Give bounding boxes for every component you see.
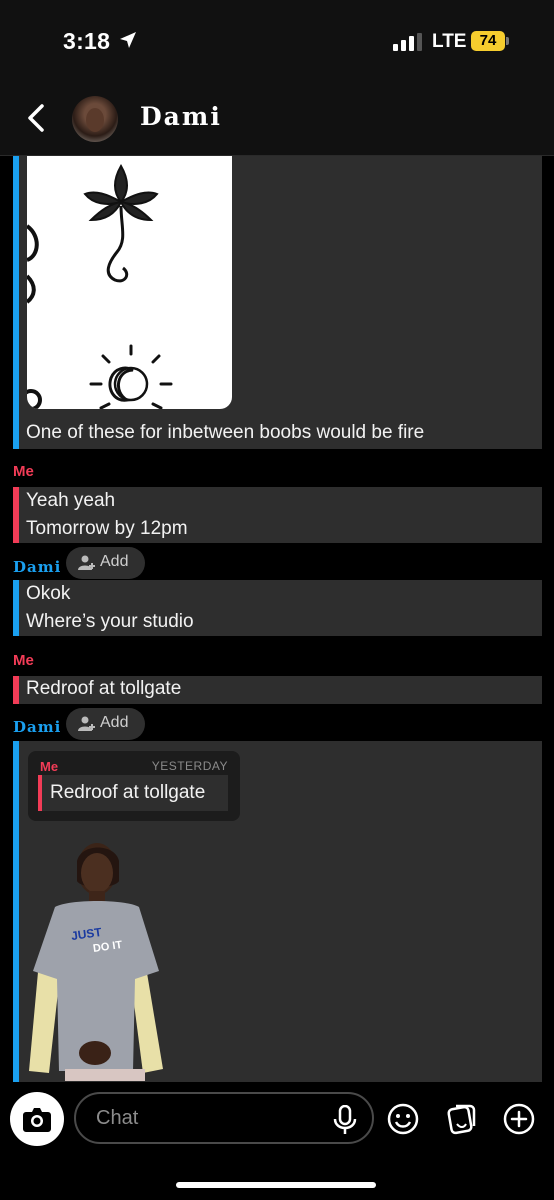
sender-bar (38, 775, 42, 811)
reply-message[interactable]: Me YESTERDAY Redroof at tollgate JUST DO… (13, 741, 542, 1082)
plus-icon[interactable] (502, 1102, 536, 1136)
sender-bar (13, 676, 19, 704)
sender-label-me: Me (13, 463, 34, 480)
quote-sender: Me (40, 759, 59, 774)
chevron-left-icon[interactable] (22, 102, 50, 134)
user-plus-icon (78, 555, 95, 570)
avatar[interactable] (72, 96, 118, 142)
network-type: LTE (432, 31, 467, 52)
contact-name[interactable]: Dami (140, 102, 222, 131)
quote-timestamp: YESTERDAY (151, 759, 228, 773)
image-message[interactable]: One of these for inbetween boobs would b… (13, 156, 542, 449)
chat-header: Dami (0, 80, 554, 156)
message-text: Yeah yeah (26, 490, 116, 511)
tattoo-sketch-graphic (27, 163, 173, 409)
add-label: Add (100, 553, 129, 570)
status-time: 3:18 (63, 28, 111, 54)
sender-bar (13, 741, 19, 1082)
location-arrow-icon (120, 32, 136, 48)
user-plus-icon (78, 716, 95, 731)
battery-tip (506, 37, 509, 45)
add-friend-button[interactable]: Add (66, 547, 145, 579)
person-photo[interactable] (25, 841, 165, 1081)
chat-input[interactable]: Chat (74, 1092, 374, 1144)
message-list[interactable]: One of these for inbetween boobs would b… (0, 156, 554, 1082)
battery-indicator: 74 (471, 31, 505, 51)
outgoing-message[interactable]: Redroof at tollgate (13, 676, 542, 704)
quote-text: Redroof at tollgate (50, 782, 206, 803)
camera-button[interactable] (10, 1092, 64, 1146)
home-indicator[interactable] (176, 1182, 376, 1188)
tattoo-image[interactable] (27, 156, 232, 409)
sender-bar (13, 580, 19, 636)
quote-bubble: Redroof at tollgate (38, 775, 228, 811)
incoming-message[interactable]: Okok Where’s your studio (13, 580, 542, 636)
sender-label-dami: Dami (13, 718, 62, 736)
sender-bar (13, 487, 19, 543)
smiley-icon[interactable] (386, 1102, 420, 1136)
message-text: Okok (26, 583, 71, 604)
microphone-icon[interactable] (332, 1105, 358, 1135)
message-text: Redroof at tollgate (26, 678, 182, 699)
signal-icon (393, 33, 422, 51)
quoted-message[interactable]: Me YESTERDAY Redroof at tollgate (28, 751, 240, 821)
composer-bar: Chat (0, 1082, 554, 1200)
message-text: Tomorrow by 12pm (26, 518, 188, 539)
add-friend-button[interactable]: Add (66, 708, 145, 740)
status-bar: 3:18 LTE 74 (0, 0, 554, 80)
outgoing-message[interactable]: Yeah yeah Tomorrow by 12pm (13, 487, 542, 543)
message-text: Where’s your studio (26, 611, 194, 632)
sender-bar (13, 156, 19, 449)
message-text: One of these for inbetween boobs would b… (26, 422, 425, 443)
sender-label-dami: Dami (13, 558, 62, 576)
chat-placeholder: Chat (96, 1107, 139, 1129)
camera-icon (23, 1108, 51, 1132)
sender-label-me: Me (13, 652, 34, 669)
sticker-icon[interactable] (444, 1102, 478, 1136)
add-label: Add (100, 714, 129, 731)
